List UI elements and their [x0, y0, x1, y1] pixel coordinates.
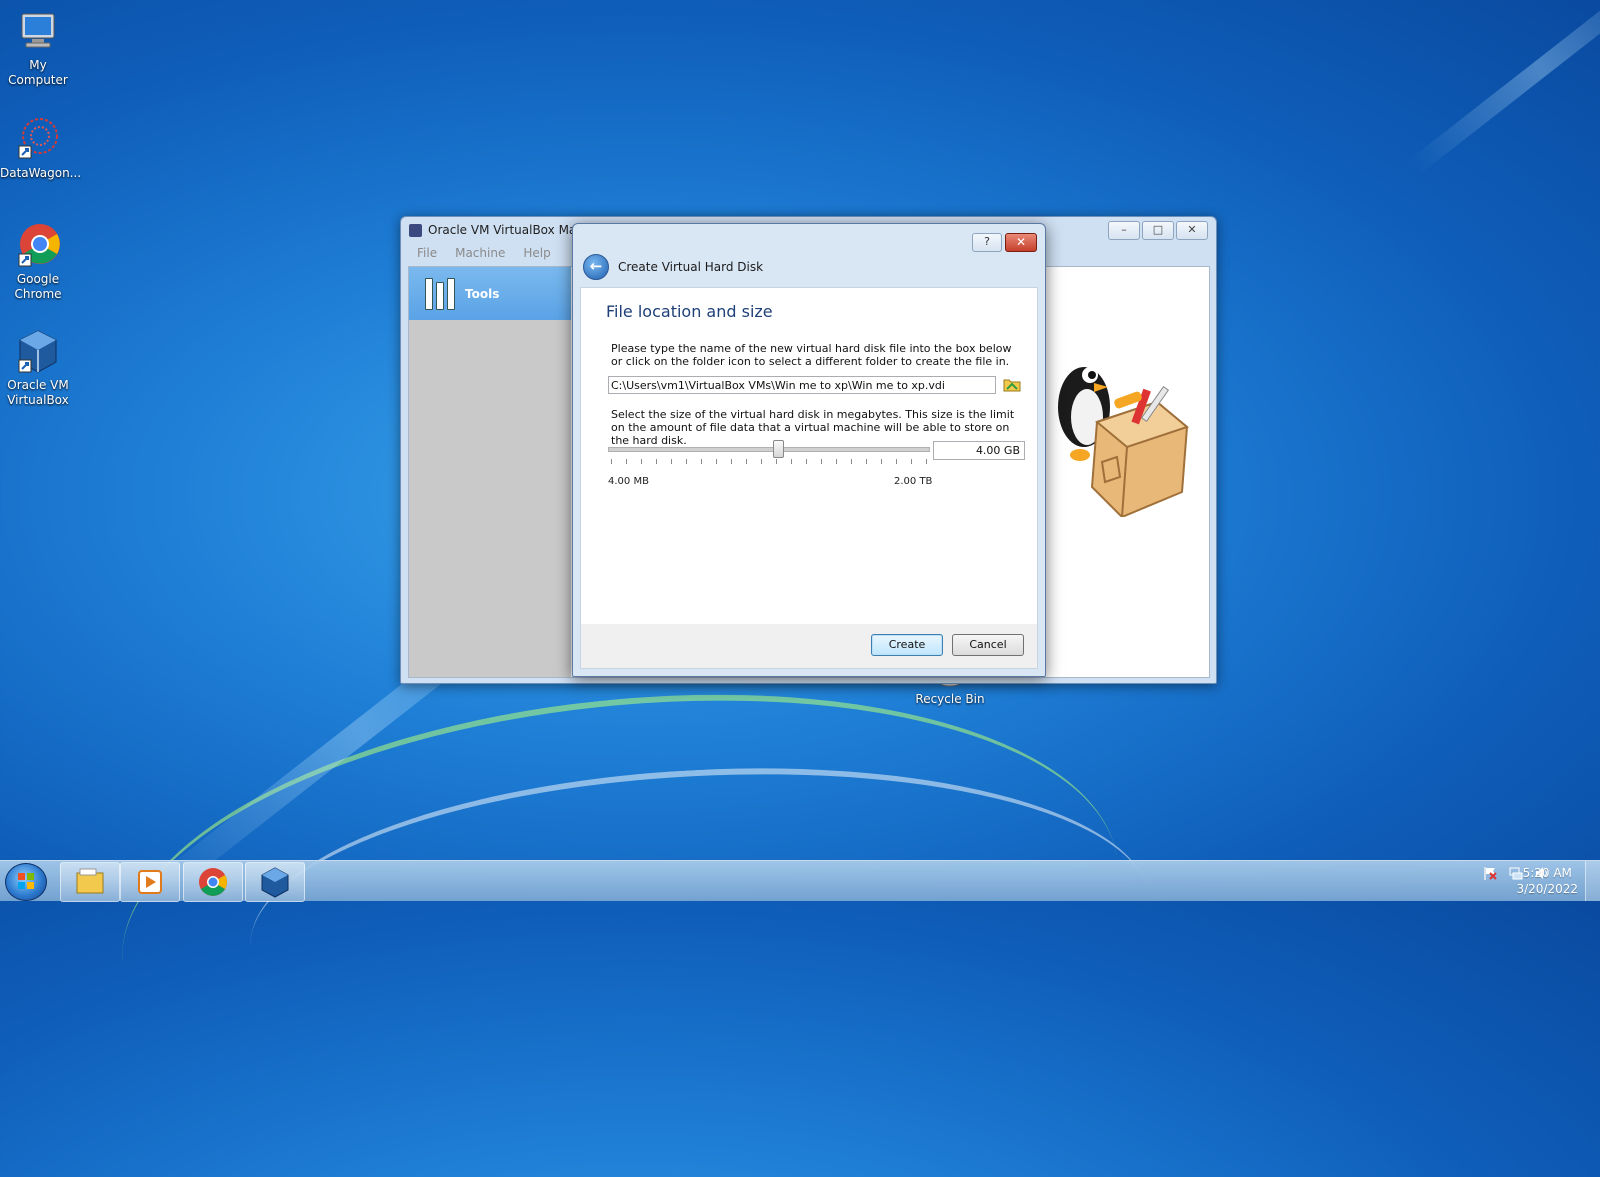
menu-machine[interactable]: Machine [446, 244, 514, 264]
machine-list-pane: Tools [409, 267, 571, 677]
dialog-title: Create Virtual Hard Disk [618, 260, 764, 274]
help-button[interactable]: ? [972, 233, 1002, 252]
dialog-content: File location and size Please type the n… [580, 287, 1038, 626]
size-slider-handle[interactable] [773, 440, 785, 458]
clock-time: 5:20 AM [1522, 866, 1572, 880]
window-title-bar: Oracle VM VirtualBox Mana [409, 223, 591, 237]
size-slider-track[interactable] [608, 447, 930, 452]
desktop-icon-oracle-vm-virtualbox[interactable]: Oracle VM VirtualBox [0, 328, 76, 408]
clock-date: 3/20/2022 [1516, 882, 1578, 896]
close-button[interactable]: ✕ [1176, 221, 1208, 240]
tools-icon [425, 277, 457, 310]
window-caption-buttons: – □ ✕ [1108, 221, 1208, 240]
tools-label: Tools [465, 286, 500, 301]
taskbar-virtualbox-button[interactable] [245, 862, 305, 902]
show-desktop-button[interactable] [1585, 861, 1600, 901]
taskbar-explorer-button[interactable] [60, 862, 120, 902]
chrome-icon [14, 222, 62, 270]
menu-file[interactable]: File [408, 244, 446, 264]
folder-icon [1003, 379, 1021, 392]
desktop-icon-label: DataWagon... [0, 166, 82, 180]
slider-min-label: 4.00 MB [608, 476, 649, 487]
action-center-flag-icon[interactable] [1482, 865, 1498, 881]
taskbar-chrome-button[interactable] [183, 862, 243, 902]
back-button[interactable]: ← [583, 254, 609, 280]
desktop-icon-label: Google Chrome [14, 272, 62, 301]
start-button[interactable] [5, 863, 47, 901]
dialog-caption-buttons: ? ✕ [972, 233, 1037, 252]
media-player-icon [138, 870, 162, 894]
explorer-icon [76, 868, 104, 894]
minimize-button[interactable]: – [1108, 221, 1140, 240]
maximize-button[interactable]: □ [1142, 221, 1174, 240]
taskbar: 5:20 AM 3/20/2022 [0, 860, 1600, 902]
desktop-icon-label: My Computer [8, 58, 68, 87]
wallpaper-streak [1408, 0, 1600, 175]
windows-logo-icon [18, 873, 34, 889]
slider-max-label: 2.00 TB [894, 476, 933, 487]
taskbar-clock[interactable]: 5:20 AM 3/20/2022 [1516, 865, 1578, 897]
datawagon-icon [14, 116, 62, 164]
create-virtual-hard-disk-dialog: ? ✕ ← Create Virtual Hard Disk File loca… [572, 223, 1046, 677]
chrome-icon [199, 868, 227, 896]
wallpaper-swoosh [100, 648, 1140, 1177]
dialog-button-bar: Create Cancel [580, 624, 1038, 669]
location-description: Please type the name of the new virtual … [611, 342, 1012, 368]
desktop-icon-my-computer[interactable]: My Computer [0, 8, 76, 88]
virtualbox-icon [14, 328, 62, 376]
page-title: File location and size [606, 302, 773, 321]
menu-help[interactable]: Help [514, 244, 559, 264]
create-button[interactable]: Create [871, 634, 943, 656]
cancel-button[interactable]: Cancel [952, 634, 1024, 656]
desktop-icon-label: Oracle VM VirtualBox [7, 378, 69, 407]
file-location-input[interactable] [608, 376, 996, 394]
slider-ticks [611, 459, 927, 464]
desktop-icon-datawagon[interactable]: DataWagon... [0, 116, 82, 181]
wallpaper-swoosh [242, 746, 1158, 1100]
dialog-close-button[interactable]: ✕ [1005, 233, 1037, 252]
virtualbox-mascot-illustration [1042, 347, 1192, 519]
computer-icon [14, 8, 62, 56]
desktop-icon-google-chrome[interactable]: Google Chrome [0, 222, 76, 302]
virtualbox-icon [261, 867, 289, 898]
window-title: Oracle VM VirtualBox Mana [428, 223, 592, 237]
choose-folder-button[interactable] [1003, 376, 1021, 393]
taskbar-media-player-button[interactable] [120, 862, 180, 902]
virtualbox-icon [409, 223, 422, 237]
sidebar-item-tools[interactable]: Tools [409, 267, 571, 320]
desktop-icon-label: Recycle Bin [915, 692, 985, 706]
dialog-header: ← Create Virtual Hard Disk [583, 254, 763, 280]
size-value-input[interactable] [933, 441, 1025, 460]
